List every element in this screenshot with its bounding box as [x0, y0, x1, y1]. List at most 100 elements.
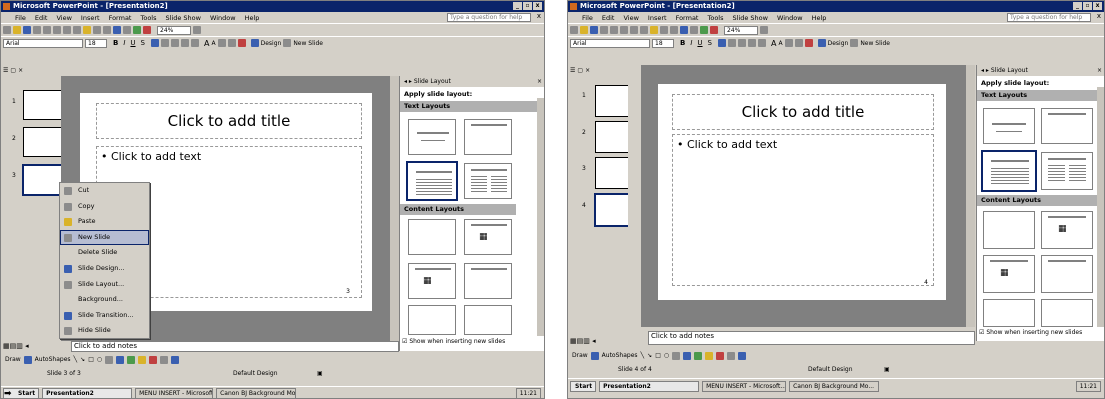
taskbar-presentation[interactable]: Presentation2 — [42, 387, 133, 398]
paste-icon[interactable] — [650, 26, 658, 34]
menu-file[interactable]: File — [15, 14, 26, 22]
slide-thumbnail-3[interactable] — [22, 164, 61, 196]
close-button[interactable]: x — [1093, 2, 1102, 10]
slide-thumbnail-2[interactable] — [23, 127, 61, 157]
layout-title-two-content[interactable] — [1041, 255, 1093, 293]
shrink-font-button[interactable]: A — [778, 40, 782, 47]
menu-view[interactable]: View — [56, 14, 71, 22]
arrow-icon[interactable]: ↘ — [647, 352, 652, 359]
slides-tab[interactable]: ▢ — [577, 67, 583, 75]
color-icon[interactable] — [710, 26, 718, 34]
color-icon[interactable] — [143, 26, 151, 34]
close-button[interactable]: x — [533, 2, 542, 10]
taskbar-presentation[interactable]: Presentation2 — [599, 381, 700, 392]
menu-cut[interactable]: Cut — [60, 183, 149, 199]
menu-view[interactable]: View — [623, 14, 638, 22]
oval-icon[interactable]: ○ — [97, 356, 102, 363]
layout-title-two-content[interactable] — [464, 263, 512, 299]
copy-icon[interactable] — [73, 26, 81, 34]
copy-icon[interactable] — [640, 26, 648, 34]
layout-two-columns[interactable] — [464, 163, 512, 199]
table-icon[interactable] — [123, 26, 131, 34]
menu-help[interactable]: Help — [245, 14, 260, 22]
font-color-icon[interactable] — [716, 351, 725, 360]
align-left-icon[interactable] — [718, 39, 726, 47]
menu-slide-design[interactable]: Slide Design... — [60, 261, 149, 277]
spelling-icon[interactable] — [53, 26, 61, 34]
start-button[interactable]: Start — [570, 381, 597, 392]
layout-content-more-2[interactable] — [464, 305, 512, 335]
numbering-icon[interactable] — [748, 39, 756, 47]
zoom-combo[interactable]: 24% — [724, 25, 758, 35]
task-pane-scrollbar[interactable] — [1097, 87, 1104, 327]
menu-copy[interactable]: Copy — [60, 199, 149, 215]
menu-delete-slide[interactable]: Delete Slide — [60, 245, 149, 261]
spelling-icon[interactable] — [620, 26, 628, 34]
notes-pane[interactable]: Click to add notes — [648, 331, 975, 345]
help-icon[interactable] — [193, 26, 201, 34]
menu-tools[interactable]: Tools — [707, 14, 723, 22]
layout-title-content[interactable]: ▦ — [983, 255, 1035, 293]
italic-button[interactable]: I — [123, 39, 125, 47]
font-color-icon[interactable] — [237, 39, 246, 47]
menu-slide-show[interactable]: Slide Show — [733, 14, 768, 22]
font-combo[interactable]: Arial — [570, 38, 650, 48]
shadow-button[interactable]: S — [141, 39, 145, 47]
increase-indent-icon[interactable] — [227, 39, 236, 47]
underline-button[interactable]: U — [697, 39, 702, 47]
font-color-icon[interactable] — [804, 39, 813, 47]
decrease-indent-icon[interactable] — [784, 39, 793, 47]
bullets-icon[interactable] — [191, 39, 199, 47]
redo-icon[interactable] — [103, 26, 111, 34]
table-icon[interactable] — [690, 26, 698, 34]
show-when-inserting[interactable]: ☑ Show when inserting new slides — [402, 338, 505, 345]
decrease-indent-icon[interactable] — [217, 39, 226, 47]
layout-title-only[interactable] — [464, 119, 512, 155]
line-style-icon[interactable] — [160, 355, 169, 364]
new-slide-button[interactable]: New Slide — [860, 40, 890, 47]
menu-slide-show[interactable]: Slide Show — [166, 14, 201, 22]
slide-thumbnail-2[interactable] — [595, 121, 628, 153]
layout-two-columns[interactable] — [1041, 152, 1093, 190]
menu-file[interactable]: File — [582, 14, 593, 22]
menu-hide-slide[interactable]: Hide Slide — [60, 323, 149, 339]
undo-icon[interactable] — [660, 26, 668, 34]
paste-icon[interactable] — [83, 26, 91, 34]
font-combo[interactable]: Arial — [3, 38, 83, 48]
zoom-combo[interactable]: 24% — [157, 25, 191, 35]
menu-format[interactable]: Format — [109, 14, 132, 22]
vertical-scrollbar[interactable] — [966, 65, 975, 327]
new-icon[interactable] — [3, 26, 11, 34]
clipart-icon[interactable] — [694, 351, 703, 360]
help-icon[interactable] — [760, 26, 768, 34]
open-icon[interactable] — [13, 26, 21, 34]
layout-title-slide[interactable] — [408, 119, 456, 155]
taskbar-menu-insert[interactable]: MENU INSERT - Microsoft... — [702, 381, 787, 392]
layout-title-slide[interactable] — [983, 108, 1035, 144]
autoshapes-menu[interactable]: AutoShapes — [35, 356, 71, 363]
layout-title-only[interactable] — [1041, 108, 1093, 144]
menu-slide-transition[interactable]: Slide Transition... — [60, 308, 149, 324]
menu-slide-layout[interactable]: Slide Layout... — [60, 277, 149, 293]
layout-content-more[interactable] — [408, 305, 456, 335]
slide-thumbnail-3[interactable] — [595, 157, 628, 189]
line-style-icon[interactable] — [727, 351, 736, 360]
preview-icon[interactable] — [43, 26, 51, 34]
center-icon[interactable] — [161, 39, 169, 47]
checkbox-icon[interactable]: ☑ — [402, 338, 407, 345]
align-right-icon[interactable] — [171, 39, 179, 47]
taskbar-menu-insert[interactable]: MENU INSERT - Microsoft... — [135, 387, 214, 398]
menu-window[interactable]: Window — [777, 14, 803, 22]
bold-button[interactable]: B — [113, 39, 118, 47]
3d-icon[interactable] — [738, 351, 747, 360]
grow-font-button[interactable]: A — [771, 39, 776, 48]
slide-thumbnail-4[interactable] — [594, 193, 628, 227]
chart-icon[interactable] — [113, 26, 121, 34]
menu-window[interactable]: Window — [210, 14, 236, 22]
menu-paste[interactable]: Paste — [60, 214, 149, 230]
title-placeholder[interactable]: Click to add title — [96, 103, 362, 139]
rectangle-icon[interactable]: □ — [655, 352, 661, 359]
menu-new-slide[interactable]: New Slide — [60, 229, 149, 246]
layout-content-more-2[interactable] — [1041, 299, 1093, 327]
view-buttons[interactable]: ▦▤▥ ◂ — [570, 337, 596, 345]
